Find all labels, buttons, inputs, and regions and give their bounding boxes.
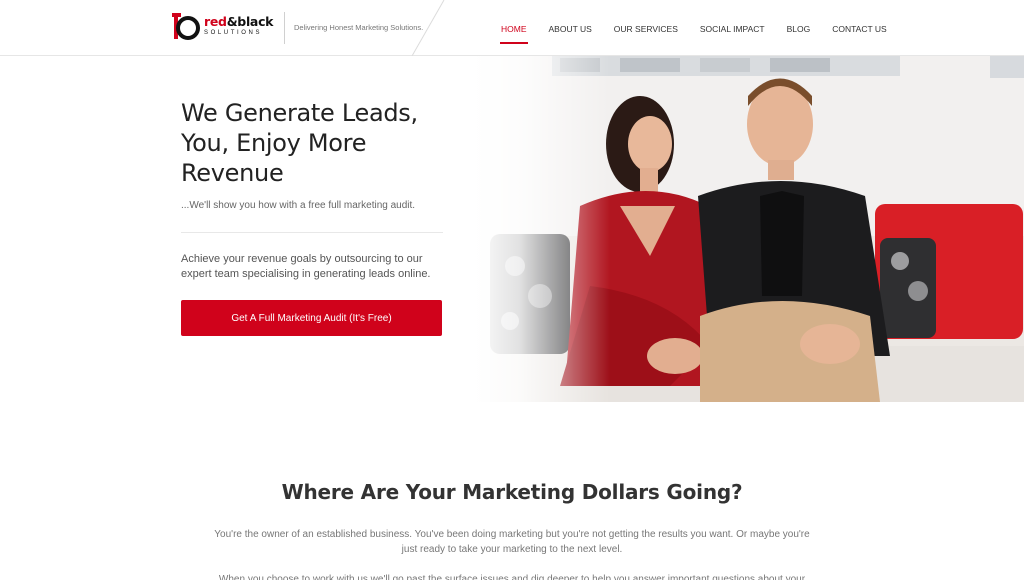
header-tagline: Delivering Honest Marketing Solutions. [294,23,424,32]
logo-text: red&black SOLUTIONS [204,13,274,37]
header-slash-decoration [411,0,445,56]
hero-image-fade [470,56,610,402]
nav-item-contact-us[interactable]: CONTACT US [821,0,897,56]
nav-item-social-impact[interactable]: SOCIAL IMPACT [689,0,776,56]
hero-body-text: Achieve your revenue goals by outsourcin… [181,253,431,280]
section-paragraph-2: When you choose to work with us we'll go… [218,574,806,580]
section-paragraph-1: You're the owner of an established busin… [214,529,810,555]
marketing-audit-button[interactable]: Get A Full Marketing Audit (It's Free) [181,300,442,336]
main-nav: HOME ABOUT US OUR SERVICES SOCIAL IMPACT… [490,0,898,56]
hero-subtitle: ...We'll show you how with a free full m… [181,200,416,211]
logo[interactable]: red&black SOLUTIONS [172,10,277,42]
logo-mark-icon [172,13,200,40]
logo-wordmark: red&black [204,13,274,29]
nav-item-home[interactable]: HOME [490,0,538,56]
hero-title: We Generate Leads, You, Enjoy More Reven… [181,99,418,187]
nav-item-our-services[interactable]: OUR SERVICES [603,0,689,56]
section-title: Where Are Your Marketing Dollars Going? [281,480,743,504]
header-divider [284,12,285,44]
site-header: red&black SOLUTIONS Delivering Honest Ma… [0,0,1024,56]
nav-item-about-us[interactable]: ABOUT US [538,0,603,56]
hero-divider [181,232,443,233]
logo-subtitle: SOLUTIONS [204,30,263,37]
nav-item-blog[interactable]: BLOG [776,0,822,56]
hero-image [470,56,1024,402]
